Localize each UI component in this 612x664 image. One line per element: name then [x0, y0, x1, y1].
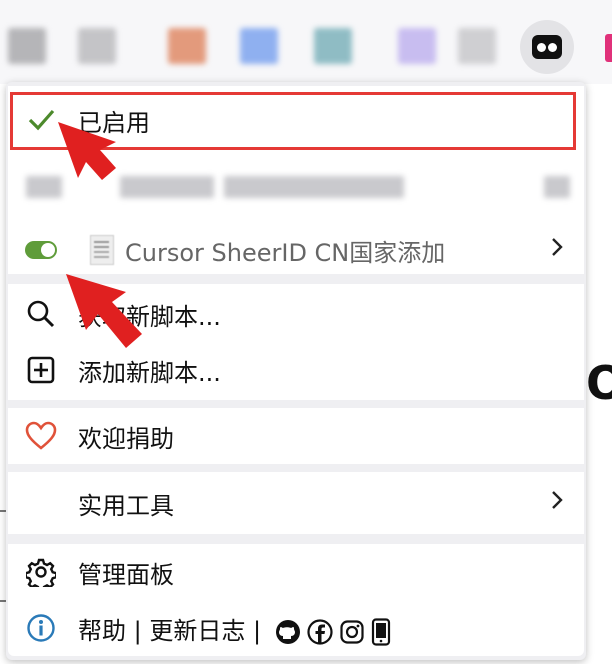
help-item: 帮助 | 更新日志 | [8, 600, 584, 656]
script-favicon-icon [90, 235, 114, 265]
plus-square-icon [24, 353, 58, 387]
donate-label: 欢迎捐助 [78, 424, 174, 453]
blurred-extension-icon [398, 28, 436, 64]
tampermonkey-logo-icon [532, 35, 562, 59]
separator: | [253, 616, 262, 645]
blurred-extension-icon [8, 28, 46, 64]
blurred-extension-icon [458, 28, 496, 64]
instagram-icon[interactable] [339, 619, 365, 645]
search-icon [24, 297, 58, 331]
chevron-right-icon[interactable] [550, 237, 564, 263]
blurred-extension-icon [240, 28, 278, 64]
social-links [275, 617, 391, 646]
script-item[interactable]: Cursor SheerID CN国家添加 [8, 222, 584, 278]
separator: | [133, 616, 142, 645]
donate-item[interactable]: 欢迎捐助 [8, 408, 584, 464]
menu-section-dashboard: 管理面板 帮助 | 更新日志 | [8, 544, 584, 656]
gear-icon [24, 555, 58, 589]
utilities-item[interactable]: 实用工具 [8, 475, 584, 531]
blurred-extension-icon [168, 28, 206, 64]
annotation-arrow [66, 274, 142, 348]
blurred-extension-icon [314, 28, 352, 64]
help-links: 帮助 | 更新日志 | [78, 611, 391, 646]
facebook-icon[interactable] [307, 618, 333, 645]
toggle-on-icon[interactable] [24, 233, 58, 267]
blurred-extension-icon [78, 28, 116, 64]
info-icon [24, 611, 58, 645]
help-link[interactable]: 帮助 [78, 617, 126, 645]
heart-icon [24, 419, 58, 453]
dashboard-item[interactable]: 管理面板 [8, 544, 584, 600]
github-icon[interactable] [275, 619, 301, 645]
dashboard-label: 管理面板 [78, 560, 174, 589]
menu-section-utilities: 实用工具 [8, 472, 584, 534]
mobile-icon[interactable] [371, 617, 391, 646]
add-new-script-label: 添加新脚本... [78, 358, 221, 387]
browser-toolbar [0, 0, 612, 84]
tampermonkey-toolbar-button[interactable] [520, 20, 574, 74]
chevron-right-icon [550, 490, 564, 516]
background-page-glyph: O [586, 356, 612, 410]
partial-toolbar-icon [605, 34, 612, 62]
script-name: Cursor SheerID CN国家添加 [125, 238, 446, 267]
utilities-label: 实用工具 [78, 491, 174, 520]
changelog-link[interactable]: 更新日志 [149, 617, 245, 645]
annotation-arrow [58, 122, 116, 180]
menu-section-donate: 欢迎捐助 [8, 408, 584, 464]
add-new-script-item[interactable]: 添加新脚本... [8, 342, 584, 398]
